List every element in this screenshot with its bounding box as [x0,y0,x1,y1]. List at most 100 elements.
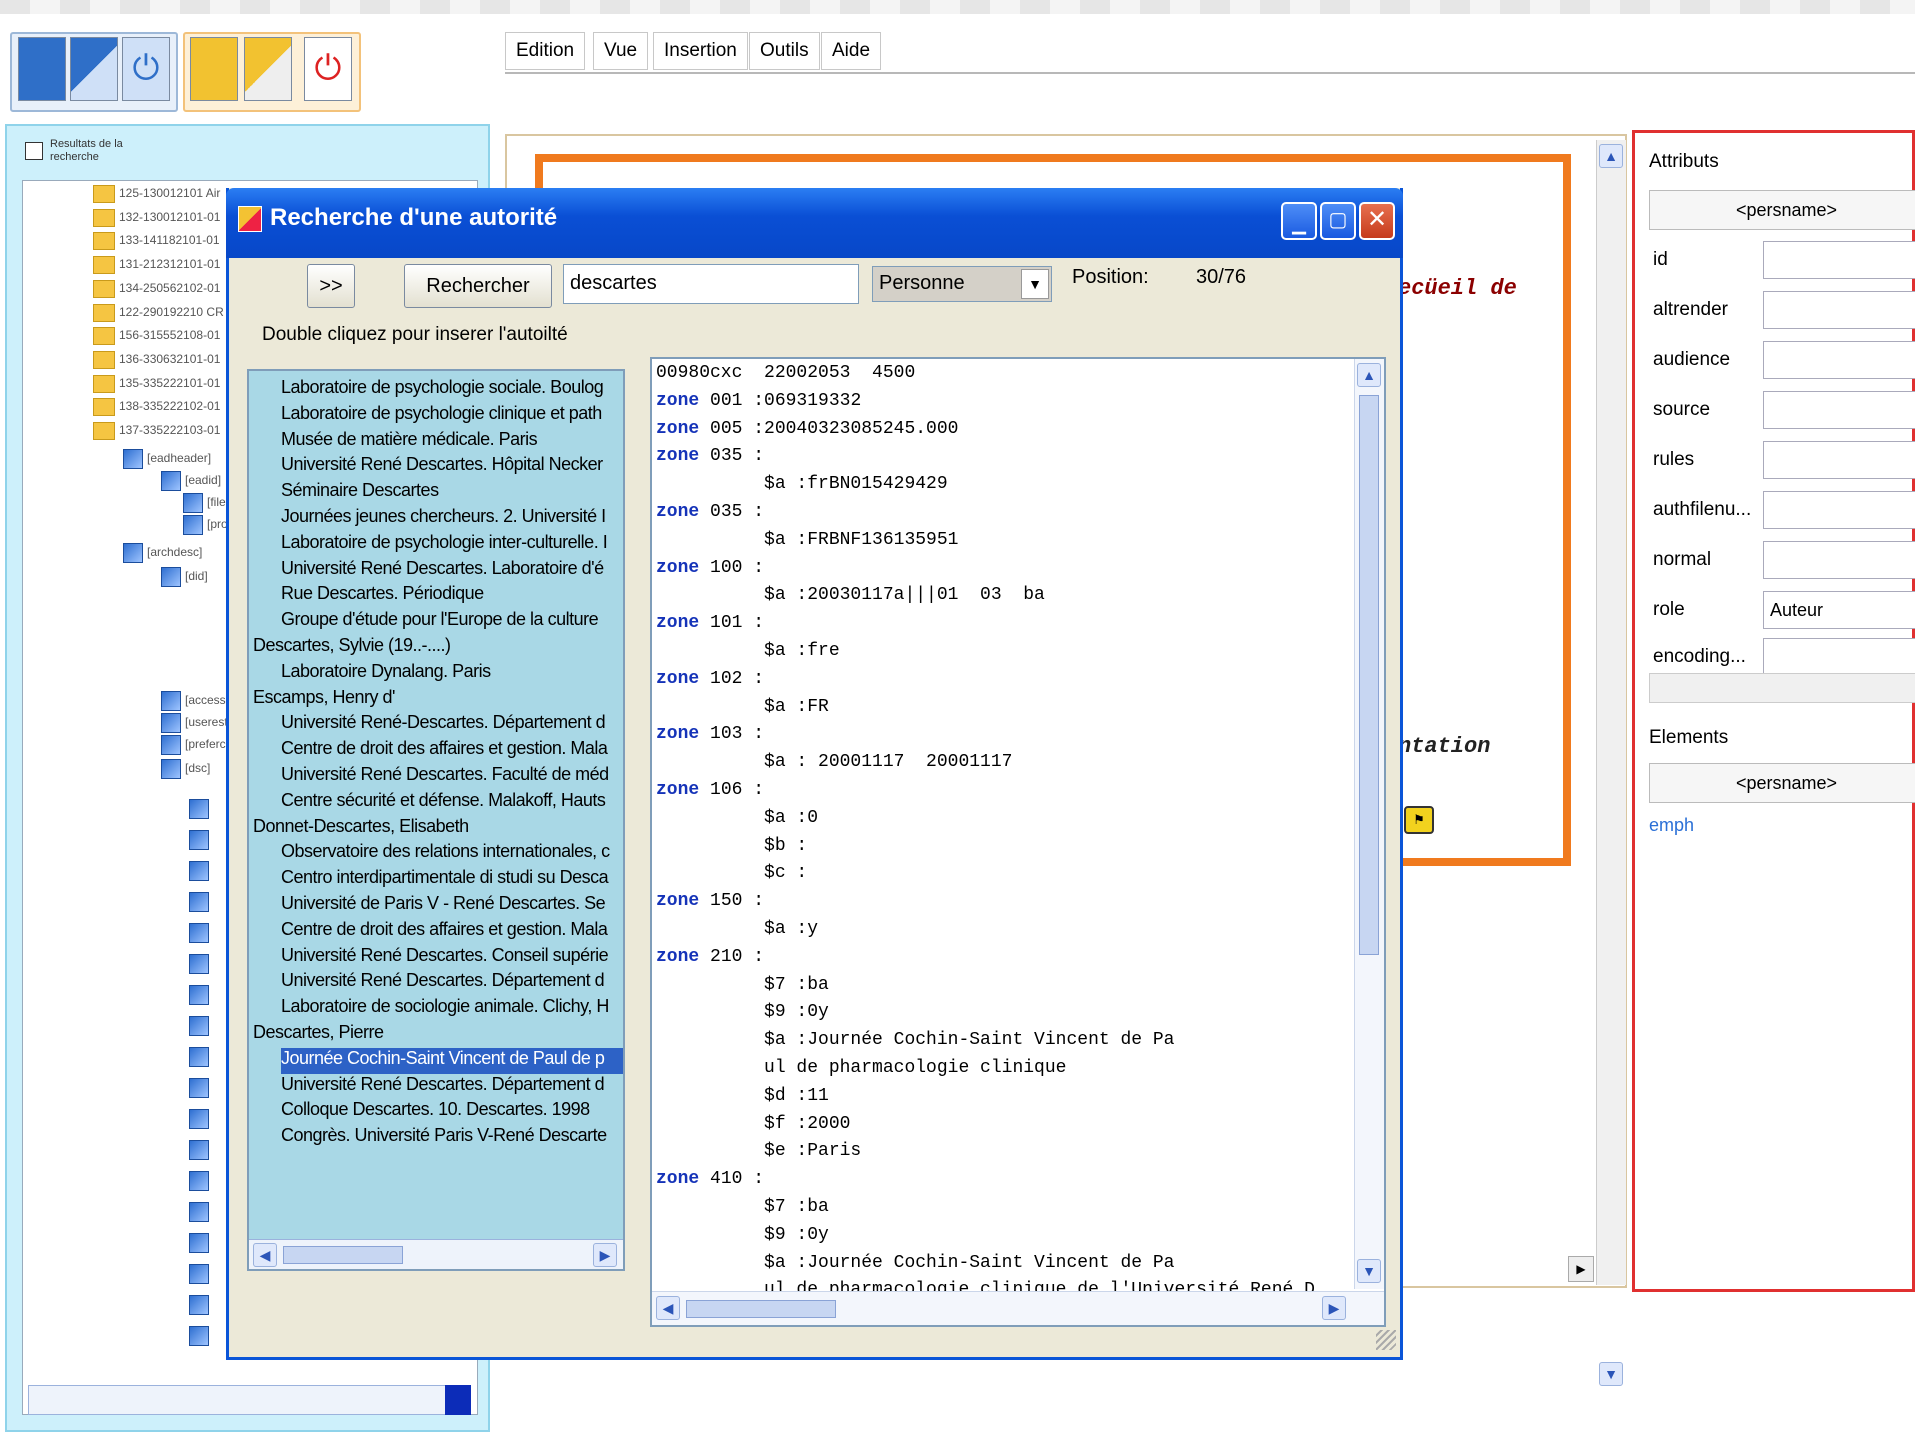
record-scroll-left-icon[interactable]: ◀ [656,1296,680,1320]
menu-outils[interactable]: Outils [749,32,820,70]
close-icon[interactable]: ✕ [1359,202,1395,240]
half-doc-icon[interactable] [70,37,118,101]
result-item[interactable]: Groupe d'étude pour l'Europe de la cultu… [281,609,623,635]
attr-field-2[interactable] [1763,341,1915,379]
result-item[interactable]: Laboratoire de psychologie inter-culture… [281,532,623,558]
result-item[interactable]: Université René Descartes. Département d [281,970,623,996]
result-item[interactable]: Université René Descartes. Conseil supér… [281,945,623,971]
results-checkbox[interactable] [25,142,43,160]
attr-field-6[interactable] [1763,541,1915,579]
result-item[interactable]: Laboratoire de psychologie sociale. Boul… [281,377,623,403]
menu-insertion[interactable]: Insertion [653,32,748,70]
editor-vscrollbar[interactable]: ▲ ▼ [1596,140,1626,1386]
new-doc-icon[interactable] [18,37,66,101]
half-yellow-doc-icon[interactable] [244,37,292,101]
record-hscroll-thumb[interactable] [686,1300,836,1318]
tree-leaf[interactable] [189,1016,213,1038]
tree-row[interactable]: 138-335222102-01 [93,398,220,420]
attr-field-0[interactable] [1763,241,1915,279]
result-item[interactable]: Musée de matière médicale. Paris [281,429,623,455]
tree-row[interactable]: 137-335222103-01 [93,422,220,444]
tree-row[interactable]: 134-250562102-01 [93,279,220,302]
tree-leaf[interactable] [189,1202,213,1224]
result-item[interactable]: Laboratoire Dynalang. Paris [281,661,623,687]
tree-leaf[interactable] [189,830,213,852]
minimize-icon[interactable]: ▁ [1281,202,1317,240]
record-vscrollbar[interactable]: ▲ ▼ [1354,359,1384,1289]
power-red-icon[interactable]: ⏻ [304,37,352,101]
record-scroll-thumb[interactable] [1359,395,1379,955]
attr-field-8[interactable] [1763,638,1915,676]
yellow-doc-icon[interactable] [190,37,238,101]
scroll-right-icon[interactable]: ▶ [1568,1256,1594,1282]
result-item[interactable]: Laboratoire de psychologie clinique et p… [281,403,623,429]
attr-field-5[interactable] [1763,491,1915,529]
menu-vue[interactable]: Vue [593,32,649,70]
attr-field-1[interactable] [1763,291,1915,329]
results-scroll-right-icon[interactable]: ▶ [593,1243,617,1267]
result-item[interactable]: Colloque Descartes. 10. Descartes. 1998 [281,1099,623,1125]
result-item[interactable]: Observatoire des relations international… [281,841,623,867]
tree-row[interactable]: 122-290192210 CR [93,303,224,326]
tree-leaf[interactable] [189,954,213,976]
result-item[interactable]: Journée Cochin-Saint Vincent de Paul de … [281,1047,623,1074]
result-item[interactable]: Descartes, Sylvie (19..-....) [253,635,623,661]
result-item[interactable]: Université René Descartes. Département d [281,1074,623,1100]
next-button[interactable]: >> [307,264,355,308]
tree-node[interactable]: [dsc] [161,759,210,781]
authority-results-list[interactable]: Laboratoire de psychologie sociale. Boul… [247,369,625,1271]
type-select[interactable]: Personne ▼ [872,266,1052,302]
tree-leaf[interactable] [189,892,213,914]
tree-leaf[interactable] [189,1233,213,1255]
result-item[interactable]: Laboratoire de sociologie animale. Clich… [281,996,623,1022]
result-item[interactable]: Université de Paris V - René Descartes. … [281,893,623,919]
record-scroll-right-icon[interactable]: ▶ [1322,1296,1346,1320]
tree-node[interactable]: [did] [161,567,208,589]
resize-grip-icon[interactable] [1376,1330,1396,1350]
chevron-down-icon[interactable]: ▼ [1021,269,1049,299]
tree-row[interactable]: 132-130012101-01 [93,208,220,231]
tree-leaf[interactable] [189,1295,213,1317]
result-item[interactable]: Rue Descartes. Périodique [281,583,623,609]
record-hscrollbar[interactable]: ◀ ▶ [652,1291,1384,1325]
tree-leaf[interactable] [189,1264,213,1286]
result-item[interactable]: Centre de droit des affaires et gestion.… [281,738,623,764]
result-item[interactable]: Centro interdipartimentale di studi su D… [281,867,623,893]
result-item[interactable]: Descartes, Pierre [253,1022,623,1048]
attributes-hscrollbar[interactable] [1649,673,1915,703]
tree-hscrollbar[interactable] [28,1385,468,1415]
tag-marker-icon[interactable]: ⚑ [1404,806,1434,834]
results-scroll-thumb[interactable] [283,1246,403,1264]
tree-row[interactable]: 125-130012101 Air [93,185,220,207]
element-link-emph[interactable]: emph [1649,815,1694,836]
tree-row[interactable]: 156-315552108-01 [93,327,220,349]
search-button[interactable]: Rechercher [404,264,552,308]
tree-leaf[interactable] [189,923,213,945]
result-item[interactable]: Université René Descartes. Laboratoire d… [281,558,623,584]
result-item[interactable]: Centre de droit des affaires et gestion.… [281,919,623,945]
tree-node[interactable]: [eadid] [161,471,221,493]
tree-row[interactable]: 136-330632101-01 [93,350,220,373]
result-item[interactable]: Séminaire Descartes [281,480,623,506]
tree-leaf[interactable] [189,1171,213,1193]
tree-leaf[interactable] [189,861,213,883]
record-scroll-up-icon[interactable]: ▲ [1357,363,1381,387]
tree-leaf[interactable] [189,1326,213,1348]
tree-node[interactable]: [eadheader] [123,449,211,471]
results-scroll-left-icon[interactable]: ◀ [253,1243,277,1267]
tree-leaf[interactable] [189,985,213,1007]
result-item[interactable]: Donnet-Descartes, Elisabeth [253,816,623,842]
scroll-up-icon[interactable]: ▲ [1599,144,1623,168]
power-blue-icon[interactable]: ⏻ [122,37,170,101]
attr-field-4[interactable] [1763,441,1915,479]
search-input[interactable]: descartes [563,264,859,304]
maximize-icon[interactable]: ▢ [1320,202,1356,240]
tree-row[interactable]: 135-335222101-01 [93,374,220,397]
menu-aide[interactable]: Aide [821,32,882,70]
scroll-down-icon[interactable]: ▼ [1599,1362,1623,1386]
tree-row[interactable]: 133-141182101-01 [93,232,220,254]
menu-edition[interactable]: Edition [505,32,586,70]
tree-row[interactable]: 131-212312101-01 [93,256,220,278]
result-item[interactable]: Centre sécurité et défense. Malakoff, Ha… [281,790,623,816]
result-item[interactable]: Université René Descartes. Hôpital Necke… [281,454,623,480]
